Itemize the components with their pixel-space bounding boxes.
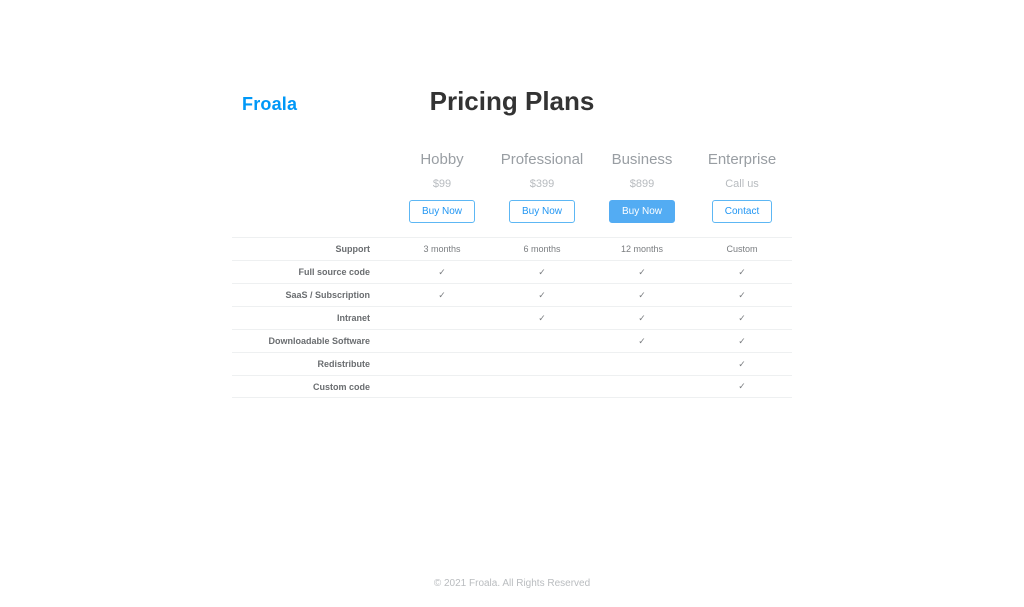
feature-cell: ✓ xyxy=(692,290,792,301)
feature-row: Custom code ✓ xyxy=(232,375,792,398)
plan-enterprise: Enterprise Call us Contact xyxy=(692,151,792,237)
feature-cell: ✓ xyxy=(592,336,692,347)
feature-row: Support3 months6 months12 monthsCustom xyxy=(232,237,792,260)
plans-header-row: Hobby $99 Buy Now Professional $399 Buy … xyxy=(232,151,792,237)
feature-label: Custom code xyxy=(232,382,392,392)
feature-cell: 6 months xyxy=(492,244,592,254)
feature-label: Downloadable Software xyxy=(232,336,392,346)
logo[interactable]: Froala xyxy=(242,94,297,115)
feature-cell: ✓ xyxy=(692,359,792,370)
feature-row: Intranet✓✓✓ xyxy=(232,306,792,329)
feature-cell: ✓ xyxy=(592,267,692,278)
plan-business: Business $899 Buy Now xyxy=(592,151,692,237)
feature-row: SaaS / Subscription✓✓✓✓ xyxy=(232,283,792,306)
buy-now-button-business[interactable]: Buy Now xyxy=(609,200,675,223)
feature-cell: ✓ xyxy=(692,313,792,324)
feature-label: SaaS / Subscription xyxy=(232,290,392,300)
feature-cell: ✓ xyxy=(592,313,692,324)
feature-cell: ✓ xyxy=(592,290,692,301)
plan-hobby: Hobby $99 Buy Now xyxy=(392,151,492,237)
plan-professional: Professional $399 Buy Now xyxy=(492,151,592,237)
feature-cell: ✓ xyxy=(492,267,592,278)
buy-now-button-professional[interactable]: Buy Now xyxy=(509,200,575,223)
plan-name: Business xyxy=(592,151,692,168)
feature-row: Full source code✓✓✓✓ xyxy=(232,260,792,283)
feature-row: Downloadable Software ✓✓ xyxy=(232,329,792,352)
footer-copyright: © 2021 Froala. All Rights Reserved xyxy=(0,578,1024,589)
feature-cell: ✓ xyxy=(692,336,792,347)
feature-label: Redistribute xyxy=(232,359,392,369)
plan-name: Enterprise xyxy=(692,151,792,168)
plan-price: $399 xyxy=(492,178,592,190)
feature-cell: Custom xyxy=(692,244,792,254)
feature-cell: 3 months xyxy=(392,244,492,254)
buy-now-button-hobby[interactable]: Buy Now xyxy=(409,200,475,223)
feature-label: Intranet xyxy=(232,313,392,323)
feature-cell: 12 months xyxy=(592,244,692,254)
feature-label: Support xyxy=(232,244,392,254)
plan-price: $899 xyxy=(592,178,692,190)
feature-cell: ✓ xyxy=(392,290,492,301)
plan-price: $99 xyxy=(392,178,492,190)
contact-button-enterprise[interactable]: Contact xyxy=(712,200,772,223)
feature-cell: ✓ xyxy=(492,290,592,301)
pricing-table: Hobby $99 Buy Now Professional $399 Buy … xyxy=(232,151,792,398)
feature-cell: ✓ xyxy=(392,267,492,278)
feature-label: Full source code xyxy=(232,267,392,277)
plan-name: Professional xyxy=(492,151,592,168)
page-title: Pricing Plans xyxy=(0,86,1024,117)
feature-cell: ✓ xyxy=(692,267,792,278)
feature-row: Redistribute ✓ xyxy=(232,352,792,375)
plan-name: Hobby xyxy=(392,151,492,168)
plan-price: Call us xyxy=(692,178,792,190)
feature-cell: ✓ xyxy=(692,381,792,392)
feature-cell: ✓ xyxy=(492,313,592,324)
